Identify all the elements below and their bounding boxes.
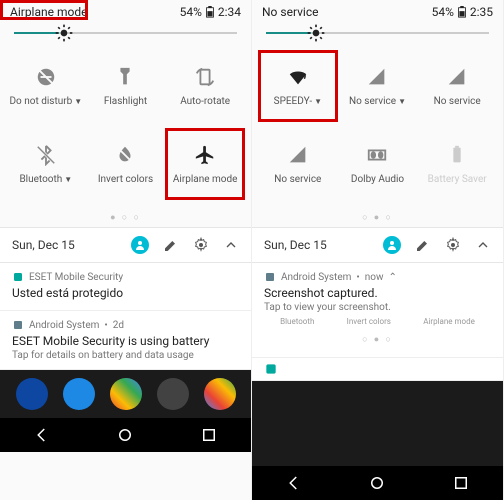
edit-icon[interactable] [415,237,431,253]
brightness-slider[interactable] [0,24,251,42]
notification-collapsed[interactable] [252,358,503,381]
date-text: Sun, Dec 15 [264,238,327,252]
tile-airplane[interactable]: Airplane mode [165,128,245,200]
user-icon[interactable] [131,236,149,254]
notification-android[interactable]: Android System • 2d ESET Mobile Security… [0,311,251,370]
tile-cellular2[interactable]: No service [417,50,497,122]
edit-icon[interactable] [163,237,179,253]
wifi-icon [287,66,309,88]
app-phone[interactable] [16,378,48,410]
tile-flashlight[interactable]: Flashlight [86,50,166,122]
battery-percent: 54% [180,5,202,19]
app-photos[interactable] [204,378,236,410]
home-icon[interactable] [116,426,134,444]
gear-icon[interactable] [193,237,209,253]
navbar [0,418,251,452]
signal-icon [287,144,309,166]
dolby-icon [366,144,388,166]
battery-percent: 54% [432,5,454,19]
chevron-up-icon: ⌃ [389,272,397,283]
autorotate-icon [194,66,216,88]
quick-tiles: SPEEDY-▼ No service▼ No service No servi… [252,42,503,208]
screen-right: No service 54% 2:35 SPEEDY-▼ No service▼… [252,0,504,500]
notification-eset[interactable]: ESET Mobile Security Usted está protegid… [0,263,251,311]
battery-icon [457,6,467,18]
screen-left: Airplane mode 54% 2:34 Do not disturb▼ F… [0,0,252,500]
tile-dnd[interactable]: Do not disturb▼ [6,50,86,122]
page-dots: ○ ● ○ [252,208,503,227]
airplane-icon [194,144,216,166]
android-icon [12,319,24,331]
recent-icon[interactable] [452,474,470,492]
battery-saver-icon [446,144,468,166]
signal-icon [446,66,468,88]
app-dock [0,370,251,418]
tile-battery-saver[interactable]: Battery Saver [417,128,497,200]
tile-cellular[interactable]: No service▼ [338,50,418,122]
dnd-icon [35,66,57,88]
tile-dolby[interactable]: Dolby Audio [338,128,418,200]
app-messages[interactable] [63,378,95,410]
back-icon[interactable] [33,426,51,444]
background [252,381,503,466]
status-title: Airplane mode [10,5,87,19]
date-text: Sun, Dec 15 [12,238,75,252]
notification-screenshot[interactable]: Android System • now ⌃ Screenshot captur… [252,263,503,358]
chevron-up-icon[interactable] [223,237,239,253]
date-row: Sun, Dec 15 [252,227,503,263]
back-icon[interactable] [285,474,303,492]
status-time: 2:34 [218,5,241,19]
screenshot-preview-tiles: Bluetooth Invert colors Airplane mode [264,313,491,330]
tile-autorotate[interactable]: Auto-rotate [165,50,245,122]
status-bar: No service 54% 2:35 [252,0,503,24]
recent-icon[interactable] [200,426,218,444]
chevron-up-icon[interactable] [475,237,491,253]
app-camera[interactable] [157,378,189,410]
tile-invertcolors[interactable]: Invert colors [86,128,166,200]
app-chrome[interactable] [110,378,142,410]
bluetooth-icon [35,144,57,166]
status-title: No service [262,5,318,19]
user-icon[interactable] [383,236,401,254]
invert-icon [114,144,136,166]
flashlight-icon [114,66,136,88]
gear-icon[interactable] [445,237,461,253]
status-time: 2:35 [470,5,493,19]
tile-bluetooth[interactable]: Bluetooth▼ [6,128,86,200]
eset-icon [12,271,24,283]
home-icon[interactable] [368,474,386,492]
page-dots: ● ○ ○ [0,208,251,227]
signal-icon [366,66,388,88]
navbar [252,466,503,500]
eset-icon [264,362,278,376]
tile-wifi[interactable]: SPEEDY-▼ [258,50,338,122]
tile-cellular3[interactable]: No service [258,128,338,200]
brightness-slider[interactable] [252,24,503,42]
date-row: Sun, Dec 15 [0,227,251,263]
battery-icon [205,6,215,18]
status-bar: Airplane mode 54% 2:34 [0,0,251,24]
quick-tiles: Do not disturb▼ Flashlight Auto-rotate B… [0,42,251,208]
android-icon [264,271,276,283]
